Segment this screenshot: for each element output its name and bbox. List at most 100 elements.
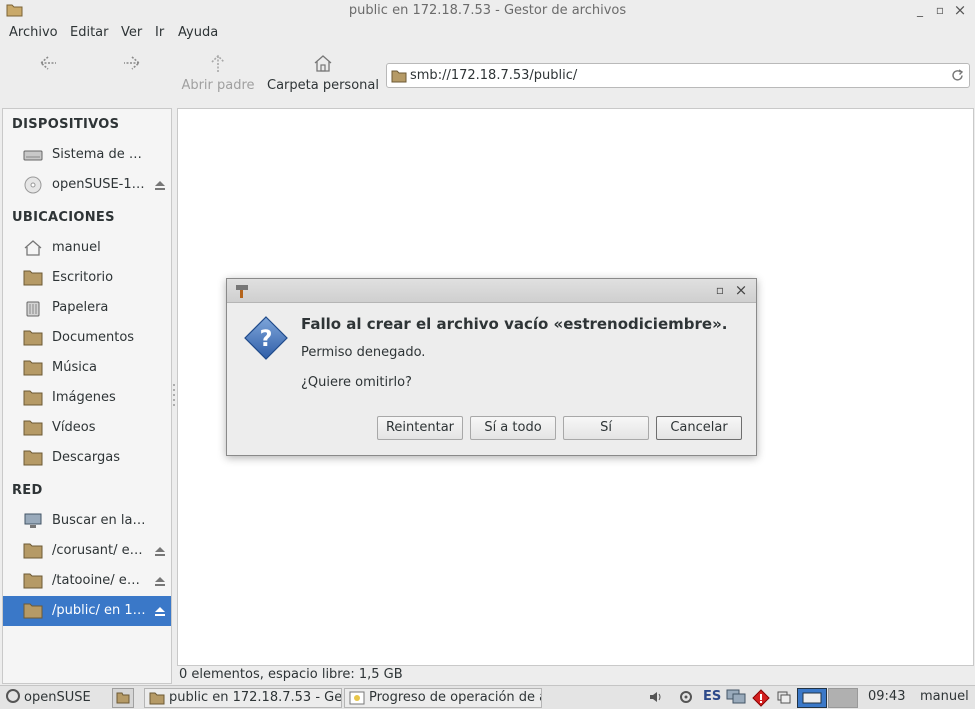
places-header: UBICACIONES xyxy=(12,210,115,225)
reload-icon[interactable] xyxy=(949,67,966,84)
music-folder-icon xyxy=(23,360,43,376)
sidebar-item-trash[interactable]: Papelera xyxy=(3,293,171,323)
sidebar-item-label: Imágenes xyxy=(52,390,116,405)
sidebar-item-label: Música xyxy=(52,360,97,375)
clock[interactable]: 09:43 xyxy=(868,689,905,704)
menu-ayuda[interactable]: Ayuda xyxy=(178,25,218,40)
home-button[interactable]: Carpeta personal xyxy=(266,48,380,102)
opensuse-logo-icon xyxy=(6,689,20,703)
back-button[interactable] xyxy=(30,48,66,102)
question-icon: ? xyxy=(244,316,288,360)
dialog-titlebar[interactable]: ▫ × xyxy=(227,279,756,303)
dialog-primary-text: Fallo al crear el archivo vacío «estreno… xyxy=(301,315,728,333)
sidebar-item-opensuse-disc[interactable]: openSUSE-13.1 xyxy=(3,170,171,200)
eject-icon[interactable] xyxy=(154,179,166,191)
forward-arrow-icon xyxy=(124,56,141,70)
window-title: public en 172.18.7.53 - Gestor de archiv… xyxy=(348,3,627,18)
settings-tray-icon[interactable] xyxy=(678,689,694,705)
back-arrow-icon xyxy=(39,56,56,70)
sidebar-item-documents[interactable]: Documentos xyxy=(3,323,171,353)
sidebar-item-downloads[interactable]: Descargas xyxy=(3,443,171,473)
taskbar-task-progress[interactable]: Progreso de operación de archivos xyxy=(344,688,542,708)
sidebar-item-label: /tatooine/ en 172.18.7.52 xyxy=(52,573,148,588)
eject-icon[interactable] xyxy=(154,575,166,587)
menu-ver[interactable]: Ver xyxy=(121,25,142,40)
sidebar-item-public[interactable]: /public/ en 172.18.7.53 xyxy=(3,596,171,626)
eject-icon[interactable] xyxy=(154,605,166,617)
workspace-1-icon[interactable] xyxy=(797,688,827,708)
folder-icon xyxy=(391,70,407,83)
menu-editar[interactable]: Editar xyxy=(70,25,109,40)
minimize-button[interactable]: _ xyxy=(912,2,928,18)
devices-header: DISPOSITIVOS xyxy=(12,117,120,132)
forward-button[interactable] xyxy=(114,48,150,102)
up-button[interactable]: Abrir padre xyxy=(180,48,256,102)
dialog-close-button[interactable]: × xyxy=(734,283,748,298)
downloads-folder-icon xyxy=(23,450,43,466)
status-bar: 0 elementos, espacio libre: 1,5 GB xyxy=(179,667,403,682)
cancel-button[interactable]: Cancelar xyxy=(656,416,742,440)
sidebar-item-label: Papelera xyxy=(52,300,109,315)
close-button[interactable]: × xyxy=(952,2,968,18)
windows-tray-icon[interactable] xyxy=(776,689,792,705)
sidebar-item-browse-network[interactable]: Buscar en la red xyxy=(3,506,171,536)
update-alert-icon[interactable] xyxy=(752,689,770,707)
eject-icon[interactable] xyxy=(154,545,166,557)
location-input[interactable] xyxy=(410,66,930,85)
folder-icon xyxy=(149,692,165,705)
network-icon xyxy=(24,513,42,528)
window-titlebar[interactable]: public en 172.18.7.53 - Gestor de archiv… xyxy=(0,0,975,22)
network-folder-icon xyxy=(23,543,43,559)
desktop-icon xyxy=(116,692,130,704)
dialog-secondary-text: Permiso denegado. xyxy=(301,345,426,360)
sidebar-item-label: Vídeos xyxy=(52,420,96,435)
home-button-label: Carpeta personal xyxy=(267,78,379,93)
sidebar-item-desktop[interactable]: Escritorio xyxy=(3,263,171,293)
pane-splitter[interactable] xyxy=(172,380,176,410)
sidebar-item-label: Escritorio xyxy=(52,270,114,285)
harddisk-icon xyxy=(23,150,43,161)
start-menu-label: openSUSE xyxy=(24,690,91,705)
sidebar-item-home[interactable]: manuel xyxy=(3,233,171,263)
sidebar-item-corusant[interactable]: /corusant/ en 172.18.7.51 xyxy=(3,536,171,566)
yes-button[interactable]: Sí xyxy=(563,416,649,440)
retry-button[interactable]: Reintentar xyxy=(377,416,463,440)
keyboard-layout-indicator[interactable]: ES xyxy=(703,689,721,704)
svg-text:?: ? xyxy=(260,327,273,352)
sidebar-item-filesystem[interactable]: Sistema de archivos xyxy=(3,140,171,170)
menu-ir[interactable]: Ir xyxy=(155,25,164,40)
network-folder-icon xyxy=(23,573,43,589)
sidebar-item-label: Documentos xyxy=(52,330,135,345)
sidebar-item-label: Descargas xyxy=(52,450,121,465)
desktop-folder-icon xyxy=(23,270,43,286)
progress-icon xyxy=(349,691,365,705)
network-header: RED xyxy=(12,483,43,498)
home-icon xyxy=(24,240,42,256)
home-icon xyxy=(314,55,332,72)
documents-folder-icon xyxy=(23,330,43,346)
task-label: Progreso de operación de archivos xyxy=(369,690,541,705)
sidebar-item-tatooine[interactable]: /tatooine/ en 172.18.7.52 xyxy=(3,566,171,596)
show-desktop-button[interactable] xyxy=(112,688,134,708)
dialog-app-icon xyxy=(236,285,248,298)
location-bar[interactable] xyxy=(386,63,970,88)
sidebar-item-pictures[interactable]: Imágenes xyxy=(3,383,171,413)
menu-archivo[interactable]: Archivo xyxy=(9,25,58,40)
user-name[interactable]: manuel xyxy=(920,689,969,704)
sidebar-item-label: /public/ en 172.18.7.53 xyxy=(52,603,148,618)
dialog-maximize-button[interactable]: ▫ xyxy=(713,283,727,297)
dialog-question-text: ¿Quiere omitirlo? xyxy=(301,375,412,390)
sidebar-item-label: openSUSE-13.1 xyxy=(52,177,148,192)
volume-icon[interactable] xyxy=(648,689,664,705)
sidebar-item-label: /corusant/ en 172.18.7.51 xyxy=(52,543,148,558)
sidebar-item-label: Sistema de archivos xyxy=(52,147,148,162)
maximize-button[interactable]: ▫ xyxy=(932,2,948,18)
workspace-2-icon[interactable] xyxy=(828,688,858,708)
start-menu-button[interactable]: openSUSE xyxy=(6,689,91,705)
sidebar-item-label: Buscar en la red xyxy=(52,513,148,528)
taskbar-task-file-manager[interactable]: public en 172.18.7.53 - Gestor de archiv… xyxy=(144,688,342,708)
sidebar-item-music[interactable]: Música xyxy=(3,353,171,383)
sidebar-item-videos[interactable]: Vídeos xyxy=(3,413,171,443)
yes-to-all-button[interactable]: Sí a todo xyxy=(470,416,556,440)
network-tray-icon[interactable] xyxy=(726,689,746,705)
